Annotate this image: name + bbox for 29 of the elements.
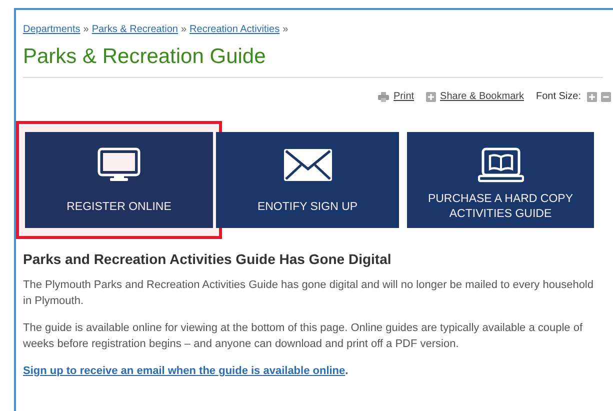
envelope-icon — [282, 146, 332, 184]
monitor-icon — [97, 146, 141, 184]
printer-icon[interactable] — [378, 92, 390, 102]
breadcrumb-link[interactable]: Parks & Recreation — [92, 24, 178, 35]
tile-label: REGISTER ONLINE — [66, 200, 172, 215]
print-link[interactable]: Print — [393, 91, 414, 102]
breadcrumb-separator: » — [83, 24, 89, 35]
plus-icon — [587, 92, 597, 102]
breadcrumb-separator: » — [282, 24, 288, 35]
signup-link[interactable]: Sign up to receive an email when the guide is available online — [23, 365, 346, 377]
tile-link[interactable]: ENOTIFY SIGN UP — [216, 132, 399, 228]
font-size-label: Font Size: — [536, 91, 581, 102]
share-bookmark-link[interactable]: Share & Bookmark — [440, 91, 524, 102]
page-title: Parks & Recreation Guide — [23, 45, 267, 69]
increase-font-button[interactable] — [587, 92, 597, 102]
laptop-book-icon — [478, 146, 524, 184]
decrease-font-button[interactable] — [601, 92, 611, 102]
tile-label: PURCHASE A HARD COPY ACTIVITIES GUIDE — [426, 192, 574, 222]
tile-link[interactable]: PURCHASE A HARD COPY ACTIVITIES GUIDE — [407, 132, 594, 228]
tile-link[interactable]: REGISTER ONLINE — [25, 132, 213, 228]
period-text: . — [345, 365, 348, 377]
breadcrumb-separator: » — [180, 24, 187, 35]
body-paragraph: The guide is available online for viewing at the bottom of this page. Online guides are typically available a couple of weeks before registration begins – and anyone can download and print off a PDF version. — [23, 321, 584, 352]
tile-label: ENOTIFY SIGN UP — [256, 200, 359, 215]
breadcrumb-link[interactable]: Departments — [23, 24, 80, 35]
plus-icon[interactable] — [426, 92, 436, 102]
body-paragraph: The Plymouth Parks and Recreation Activities Guide has gone digital and will no longer be mailed to every household in Plymouth. — [23, 278, 594, 309]
breadcrumb-link[interactable]: Recreation Activities — [190, 24, 280, 35]
section-heading: Parks and Recreation Activities Guide Has Gone Digital — [23, 251, 392, 267]
